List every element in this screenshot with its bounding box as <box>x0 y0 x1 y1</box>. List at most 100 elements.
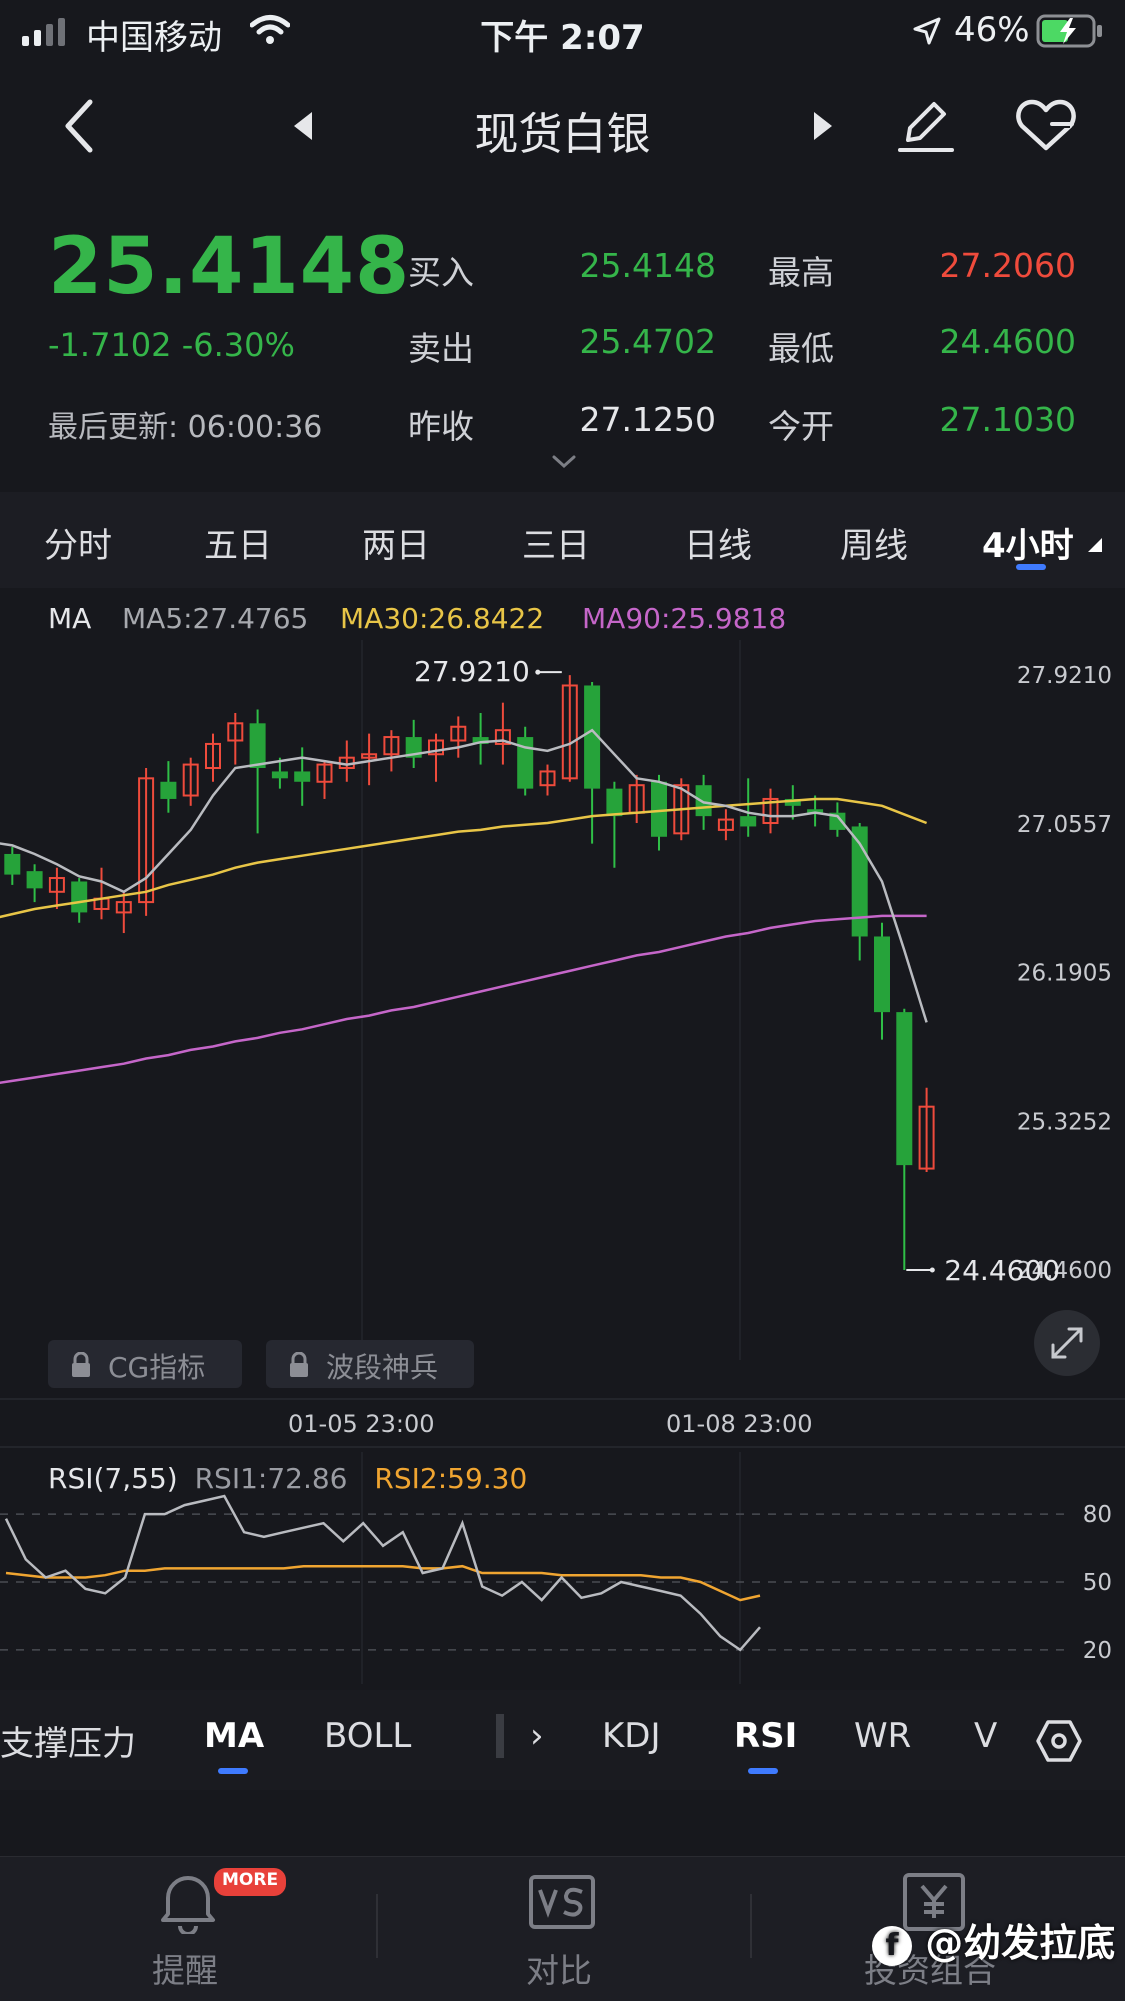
ma30-value: MA30:26.8422 <box>340 602 545 635</box>
toolbar-divider <box>376 1894 378 1958</box>
settings-hexagon-icon[interactable] <box>1036 1718 1082 1764</box>
indicator-tabs: 支撑压力 MA BOLL › KDJ RSI WR V <box>0 1690 1125 1790</box>
chart-divider <box>0 1446 1125 1448</box>
compare-label[interactable]: 对比 <box>526 1944 592 1992</box>
period-tab[interactable]: 4小时 <box>982 518 1074 567</box>
partial-tab-icon: › <box>530 1716 544 1756</box>
y-axis-label: 27.9210 <box>1017 663 1112 689</box>
scroll-divider <box>496 1714 504 1758</box>
rsi-level-label: 50 <box>1083 1570 1112 1596</box>
chart-divider <box>0 1398 1125 1400</box>
indicator-tab-v[interactable]: V <box>974 1716 997 1756</box>
indicator-tab-support[interactable]: 支撑压力 <box>0 1716 136 1765</box>
period-tabs: 分时 五日 两日 三日 日线 周线 4小时 <box>0 492 1125 588</box>
quote-label: 买入 <box>408 253 474 292</box>
quote-value: 27.1250 <box>579 400 716 439</box>
quote-value: 24.4600 <box>939 322 1076 361</box>
candle-body-down <box>874 936 890 1013</box>
ma90-value: MA90:25.9818 <box>582 602 787 635</box>
period-tab[interactable]: 周线 <box>840 518 908 567</box>
fullscreen-expand-icon <box>1051 1327 1083 1359</box>
more-badge: MORE <box>214 1868 287 1896</box>
active-tab-indicator <box>1016 564 1046 570</box>
rsi-level-label: 20 <box>1083 1638 1112 1664</box>
change-percent: -6.30% <box>181 326 295 364</box>
candle-body-down <box>294 771 311 782</box>
period-tab[interactable]: 日线 <box>684 518 752 567</box>
wave-indicator-button[interactable]: 波段神兵 <box>266 1340 474 1388</box>
candle-body-down <box>606 788 623 817</box>
dropdown-corner-icon <box>1088 538 1102 552</box>
candle-body-down <box>740 816 757 827</box>
lock-icon <box>72 1352 90 1377</box>
indicator-tab-wr[interactable]: WR <box>854 1716 911 1756</box>
location-arrow-icon <box>913 17 941 45</box>
cg-indicator-button[interactable]: CG指标 <box>48 1340 242 1388</box>
quote-value: 27.2060 <box>939 246 1076 285</box>
last-update: 最后更新: 06:00:36 <box>48 402 322 446</box>
indicator-tab-kdj[interactable]: KDJ <box>602 1716 661 1756</box>
period-tab[interactable]: 两日 <box>362 518 430 567</box>
rsi-label: RSI(7,55) <box>48 1462 178 1495</box>
candle-body-down <box>71 881 88 913</box>
y-axis-label: 27.0557 <box>1017 812 1112 838</box>
watermark-logo-icon: f <box>872 1925 912 1966</box>
rsi-legend: RSI(7,55) RSI1:72.86 RSI2:59.30 <box>48 1462 527 1495</box>
toolbar-divider <box>750 1894 752 1958</box>
min-marker-dot <box>929 1267 935 1273</box>
battery-charging-icon <box>1036 14 1102 48</box>
rsi2-value: RSI2:59.30 <box>374 1462 528 1495</box>
period-tab[interactable]: 三日 <box>522 518 590 567</box>
quote-label: 昨收 <box>408 407 474 446</box>
status-bar: 中国移动 下午 2:07 46% <box>0 0 1125 62</box>
expand-chevron-icon[interactable] <box>551 454 577 470</box>
quote-label: 最低 <box>768 329 834 368</box>
fullscreen-button[interactable] <box>1034 1310 1100 1376</box>
indicator-tab-ma[interactable]: MA <box>204 1716 264 1756</box>
y-axis-label: 26.1905 <box>1017 961 1112 987</box>
candlestick-chart[interactable]: 27.9210 27.0557 26.1905 25.3252 24.4600 27.92… <box>0 640 1125 1360</box>
compare-vs-icon[interactable] <box>528 1874 596 1930</box>
quote-value: 25.4702 <box>579 322 716 361</box>
ma5-value: MA5:27.4765 <box>122 602 309 635</box>
rsi-level-label: 80 <box>1083 1502 1112 1528</box>
indicator-tab-boll[interactable]: BOLL <box>324 1716 411 1756</box>
candle-body-down <box>695 785 712 817</box>
y-axis-label: 25.3252 <box>1017 1109 1112 1135</box>
candle-body-down <box>160 781 177 799</box>
quote-label: 卖出 <box>408 329 474 368</box>
min-price-label: 24.4600 <box>944 1254 1060 1287</box>
bell-icon[interactable] <box>158 1870 218 1934</box>
alert-label[interactable]: 提醒 <box>152 1944 218 1992</box>
rsi-active-indicator <box>748 1768 778 1774</box>
quote-label: 今开 <box>768 407 834 446</box>
next-item-icon[interactable] <box>810 110 836 142</box>
ma-active-indicator <box>218 1768 248 1774</box>
max-marker-dot <box>535 669 541 675</box>
page-title: 现货白银 <box>474 109 651 160</box>
price-change: -1.7102 -6.30% <box>48 326 295 364</box>
candle-body-down <box>651 781 667 837</box>
favorite-heart-icon[interactable] <box>1014 98 1078 154</box>
lock-icon <box>290 1352 308 1377</box>
period-tab[interactable]: 五日 <box>204 518 272 567</box>
candle-body-down <box>4 853 21 875</box>
change-amount: -1.7102 <box>48 326 172 364</box>
candle-body-down <box>271 771 288 779</box>
x-axis-label-1: 01-05 23:00 <box>288 1410 435 1438</box>
quote-value: 27.1030 <box>939 400 1076 439</box>
ma-legend-label: MA <box>48 602 92 635</box>
quote-label: 最高 <box>768 253 834 292</box>
ma90-line <box>0 914 927 1085</box>
candle-body-down <box>249 723 266 769</box>
quote-value: 25.4148 <box>579 246 716 285</box>
indicator-tab-rsi[interactable]: RSI <box>734 1716 797 1756</box>
watermark: f @幼发拉底 <box>872 1912 1115 1967</box>
edit-pencil-icon[interactable] <box>896 96 956 156</box>
max-price-label: 27.9210 <box>414 655 530 688</box>
last-update-time: 06:00:36 <box>187 410 323 445</box>
period-tab[interactable]: 分时 <box>44 518 112 567</box>
rsi1-value: RSI1:72.86 <box>194 1462 348 1495</box>
battery-percent: 46% <box>954 10 1030 50</box>
candle-body-down <box>26 871 43 889</box>
